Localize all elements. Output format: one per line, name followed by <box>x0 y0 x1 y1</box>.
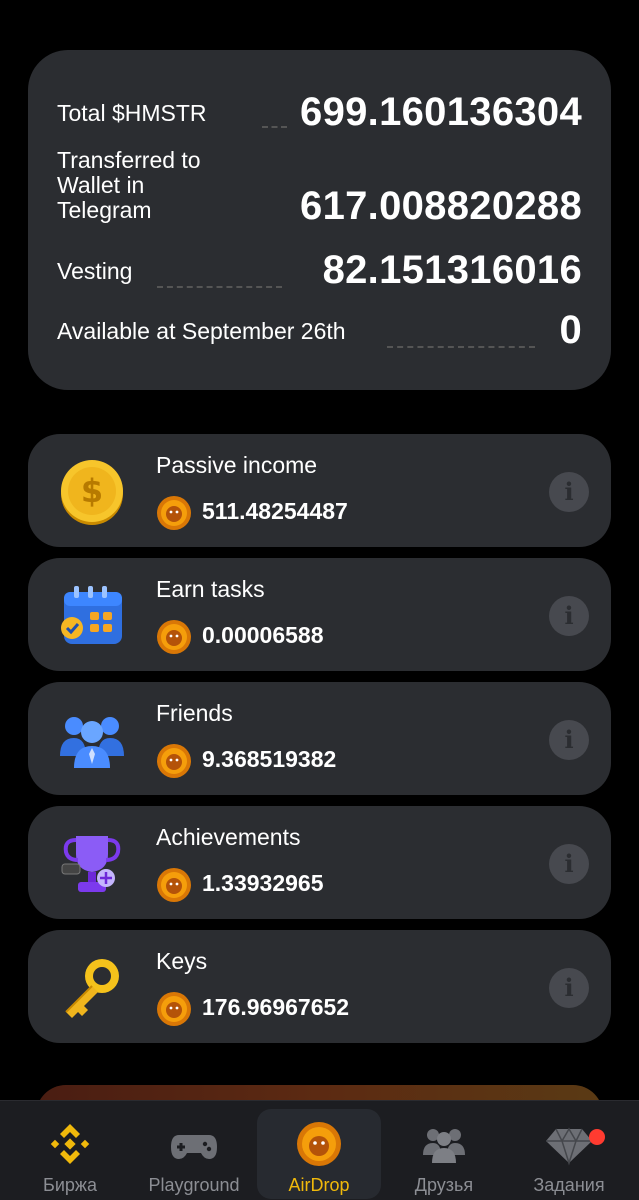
nav-item-friends[interactable]: Друзья <box>382 1109 506 1199</box>
total-value: 699.160136304 <box>300 90 582 134</box>
svg-text:$: $ <box>81 472 103 510</box>
card-title: Friends <box>156 700 233 726</box>
nav-label: Задания <box>533 1175 605 1195</box>
card-passive-income[interactable]: $ Passive income 511.48254487 i <box>28 434 611 547</box>
nav-label: Playground <box>148 1175 240 1195</box>
total-row: Total $HMSTR 699.160136304 <box>57 90 582 134</box>
card-title: Earn tasks <box>156 576 265 602</box>
dollar-coin-icon: $ <box>61 460 123 525</box>
vesting-label: Vesting <box>57 258 133 284</box>
hamster-coin-icon <box>157 496 191 530</box>
nav-item-playground[interactable]: Playground <box>132 1109 256 1199</box>
nav-item-tasks[interactable]: Задания <box>507 1109 631 1199</box>
friends-icon <box>60 717 124 768</box>
transferred-label: Transferred to Wallet in Telegram <box>57 147 201 223</box>
transferred-value: 617.008820288 <box>300 184 582 228</box>
available-label: Available at September 26th <box>57 318 346 344</box>
hamster-coin-icon <box>157 868 191 902</box>
card-friends[interactable]: Friends 9.368519382 i <box>28 682 611 795</box>
info-icon[interactable]: i <box>549 844 589 884</box>
vesting-value: 82.151316016 <box>322 248 582 292</box>
card-title: Achievements <box>156 824 301 850</box>
info-icon[interactable]: i <box>549 720 589 760</box>
nav-item-exchange[interactable]: Биржа <box>8 1109 132 1199</box>
nav-label: Биржа <box>43 1175 97 1195</box>
card-value: 9.368519382 <box>202 746 337 772</box>
trophy-icon <box>61 836 121 892</box>
dotted-leader <box>157 286 282 288</box>
nav-label: Друзья <box>414 1175 474 1195</box>
nav-label: AirDrop <box>288 1175 350 1195</box>
calendar-icon <box>61 586 122 644</box>
card-title: Keys <box>156 948 208 974</box>
key-icon <box>65 959 119 1018</box>
card-title: Passive income <box>156 452 318 478</box>
card-value: 1.33932965 <box>202 870 324 896</box>
card-earn-tasks[interactable]: Earn tasks 0.00006588 i <box>28 558 611 671</box>
gamepad-icon <box>171 1135 217 1159</box>
available-row: Available at September 26th 0 <box>57 308 582 352</box>
hamster-coin-icon <box>157 744 191 778</box>
airdrop-summary-panel: Total $HMSTR 699.160136304 Transferred t… <box>28 50 611 390</box>
nav-item-airdrop[interactable]: AirDrop <box>257 1109 381 1199</box>
friends-icon <box>423 1129 465 1163</box>
card-keys[interactable]: Keys 176.96967652 i <box>28 930 611 1043</box>
bottom-navigation: Биржа Playground AirDrop Друзья Задания <box>0 1100 639 1200</box>
hamster-coin-icon <box>157 992 191 1026</box>
info-icon[interactable]: i <box>549 968 589 1008</box>
notification-badge <box>589 1129 605 1145</box>
transferred-row: Transferred to Wallet in Telegram 617.00… <box>57 147 582 229</box>
info-icon[interactable]: i <box>549 596 589 636</box>
hamster-coin-icon <box>157 620 191 654</box>
vesting-row: Vesting 82.151316016 <box>57 248 582 292</box>
hamster-coin-icon <box>297 1122 341 1166</box>
card-value: 511.48254487 <box>202 498 348 524</box>
card-value: 0.00006588 <box>202 622 324 648</box>
binance-icon <box>50 1124 90 1164</box>
diamond-icon <box>546 1127 592 1166</box>
info-icon[interactable]: i <box>549 472 589 512</box>
card-value: 176.96967652 <box>202 994 350 1020</box>
card-achievements[interactable]: Achievements 1.33932965 i <box>28 806 611 919</box>
total-label: Total $HMSTR <box>57 100 207 126</box>
dotted-leader <box>387 346 535 348</box>
dotted-leader <box>262 126 287 128</box>
available-value: 0 <box>559 308 582 352</box>
